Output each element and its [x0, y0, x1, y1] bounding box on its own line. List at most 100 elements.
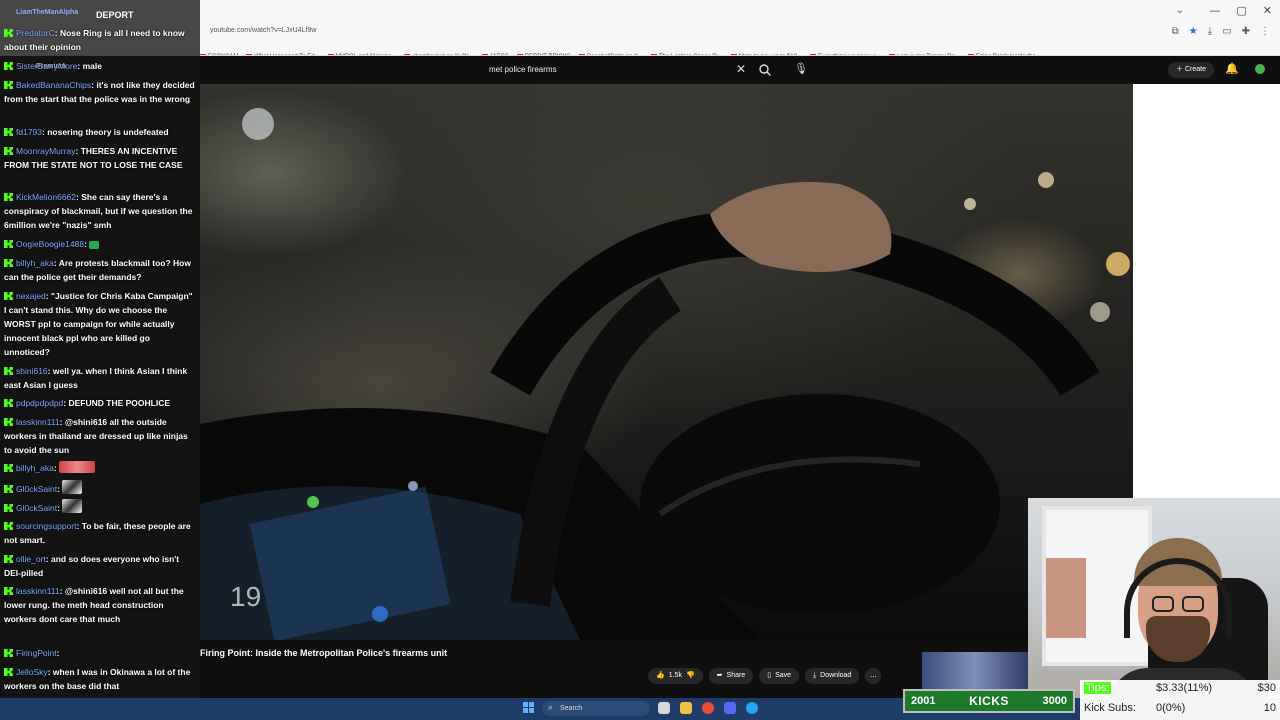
- chevron-down-icon[interactable]: ⌄: [1176, 5, 1184, 16]
- chat-message: billyh_aka: Are protests blackmail too? …: [4, 258, 191, 282]
- menu-icon[interactable]: ⋮: [1260, 26, 1270, 37]
- chat-username[interactable]: KickMelion6662: [16, 192, 76, 202]
- kick-badge-icon: [4, 522, 13, 530]
- kick-badge-icon: [4, 464, 13, 472]
- chat-username[interactable]: JelloSky: [16, 667, 48, 677]
- discord-icon[interactable]: [724, 702, 736, 714]
- chat-username[interactable]: Gl0ckSaint: [16, 484, 57, 494]
- share-button[interactable]: ➦ Share: [708, 668, 754, 684]
- tips-row: Tips: $3.33(11%) $30: [1084, 682, 1276, 694]
- share-label: Share: [726, 672, 746, 679]
- kick-badge-icon: [4, 485, 13, 493]
- chat-message: sourcingsupport: To be fair, these peopl…: [4, 521, 191, 545]
- windows-start-icon[interactable]: [523, 702, 535, 714]
- kick-badge-icon: [4, 259, 13, 267]
- chat-username[interactable]: lasskinn111: [16, 417, 60, 427]
- chat-username[interactable]: fd1793: [16, 127, 42, 137]
- chat-username[interactable]: FiringPoint: [16, 648, 57, 658]
- kick-badge-icon: [4, 504, 13, 512]
- chat-message: FiringPoint:: [4, 646, 196, 660]
- bookmarks-list: ECOYCAMWhat Happened To Ed...NMPOL and M…: [200, 42, 1049, 55]
- chat-username[interactable]: Gl0ckSaint: [16, 503, 57, 513]
- download-icon[interactable]: ⤓: [1208, 26, 1212, 37]
- minimize-button[interactable]: —: [1209, 4, 1220, 17]
- save-button[interactable]: ▯ Save: [759, 668, 800, 684]
- telegram-icon[interactable]: [746, 702, 758, 714]
- video-title: Firing Point: Inside the Metropolitan Po…: [200, 648, 448, 658]
- chat-overlay: LiamTheManAlpha DEPORT Premium PredatorC…: [0, 0, 200, 720]
- chat-username[interactable]: ollie_ort: [16, 554, 46, 564]
- chat-message: MoonrayMurray: THERES AN INCENTIVE FROM …: [4, 146, 183, 170]
- avatar[interactable]: [1255, 64, 1265, 74]
- file-explorer-icon[interactable]: [680, 702, 692, 714]
- chat-header-user: LiamTheManAlpha: [16, 9, 79, 16]
- thumbs-up-icon: 👍: [656, 672, 665, 679]
- create-button[interactable]: ＋ Create: [1168, 62, 1214, 78]
- glasses-left: [1152, 596, 1174, 612]
- chat-username[interactable]: lasskinn111: [16, 586, 60, 596]
- kick-badge-icon: [4, 29, 13, 37]
- chat-message: BakedBananaChips: it's not like they dec…: [4, 80, 195, 104]
- kick-badge-icon: [4, 193, 13, 201]
- chat-username[interactable]: SisterBarryMore: [16, 61, 77, 71]
- like-count: 1.5k: [668, 672, 682, 679]
- clear-search-icon[interactable]: ✕: [736, 62, 746, 76]
- like-button[interactable]: 👍 1.5k 👎: [648, 668, 703, 684]
- chat-header-text: DEPORT: [96, 10, 134, 20]
- bookmark-icon: ▯: [767, 672, 772, 679]
- chat-message: JelloSky: when I was in Okinawa a lot of…: [4, 667, 191, 691]
- mic-icon[interactable]: 🎙: [794, 62, 808, 75]
- extensions-icon[interactable]: ⧉: [1172, 26, 1179, 37]
- tips-goal: $30: [1257, 682, 1276, 694]
- url-text[interactable]: youtube.com/watch?v=LJxU4Lf9w: [210, 27, 316, 34]
- kick-badge-icon: [4, 418, 13, 426]
- chat-message: OogieBoogie1488:: [4, 237, 196, 251]
- tips-label: Tips:: [1084, 682, 1112, 694]
- video-frame-graphic: 19: [200, 84, 1133, 640]
- chat-message: Gl0ckSaint:: [4, 499, 196, 515]
- bookmark-star-icon[interactable]: ★: [1189, 26, 1198, 37]
- chat-message: PredatorC: Nose Ring is all I need to kn…: [4, 28, 185, 52]
- task-view-icon[interactable]: [658, 702, 670, 714]
- chat-username[interactable]: MoonrayMurray: [16, 146, 76, 156]
- chat-username[interactable]: nexajed: [16, 291, 46, 301]
- chat-message: lasskinn111: @shini616 all the outside w…: [4, 417, 188, 455]
- emote-icon: [89, 241, 100, 249]
- close-window-button[interactable]: ✕: [1263, 4, 1272, 17]
- chat-message: ollie_ort: and so does everyone who isn'…: [4, 554, 180, 578]
- emote-icon: [62, 480, 83, 494]
- emote-icon: [62, 499, 83, 513]
- chat-username[interactable]: shini616: [16, 366, 48, 376]
- maximize-button[interactable]: ▢: [1236, 4, 1246, 17]
- share-icon: ➦: [716, 672, 723, 679]
- chrome-icon[interactable]: [702, 702, 714, 714]
- kick-badge-icon: [4, 62, 13, 70]
- chat-username[interactable]: OogieBoogie1488: [16, 239, 84, 249]
- chat-username[interactable]: sourcingsupport: [16, 521, 76, 531]
- more-actions-button[interactable]: ...: [865, 668, 882, 684]
- search-input[interactable]: met police firearms: [489, 65, 557, 74]
- sidebar-icon[interactable]: ▭: [1222, 26, 1231, 37]
- save-label: Save: [775, 672, 792, 679]
- kick-badge-icon: [4, 292, 13, 300]
- chat-username[interactable]: pdpdpdpdpd: [16, 398, 63, 408]
- chat-username[interactable]: PredatorC: [16, 28, 55, 38]
- chat-message: KickMelion6662: She can say there's a co…: [4, 192, 193, 230]
- chat-message: SisterBarryMore: male: [4, 59, 196, 73]
- chat-username[interactable]: BakedBananaChips: [16, 80, 91, 90]
- taskbar-search[interactable]: Search: [542, 700, 650, 716]
- download-button[interactable]: ⤓ Download: [805, 668, 860, 684]
- video-actions: 👍 1.5k 👎 ➦ Share ▯ Save ⤓ Download ...: [648, 668, 882, 684]
- kicks-goal: 3000: [1042, 695, 1067, 707]
- extension-puzzle-icon[interactable]: ✚: [1242, 26, 1250, 37]
- address-bar-icons: ⧉ ★ ⤓ ▭ ✚ ⋮: [1172, 26, 1270, 37]
- video-player[interactable]: 19: [200, 84, 1133, 640]
- chat-username[interactable]: billyh_aka: [16, 258, 54, 268]
- kick-badge-icon: [4, 587, 13, 595]
- create-label: Create: [1184, 66, 1206, 73]
- chat-username[interactable]: billyh_aka: [16, 463, 54, 473]
- search-icon[interactable]: [758, 63, 772, 77]
- bell-icon[interactable]: 🔔: [1225, 62, 1239, 75]
- chat-text: DEFUND THE POOHLICE: [68, 398, 171, 408]
- thumbs-down-icon[interactable]: 👎: [686, 668, 695, 684]
